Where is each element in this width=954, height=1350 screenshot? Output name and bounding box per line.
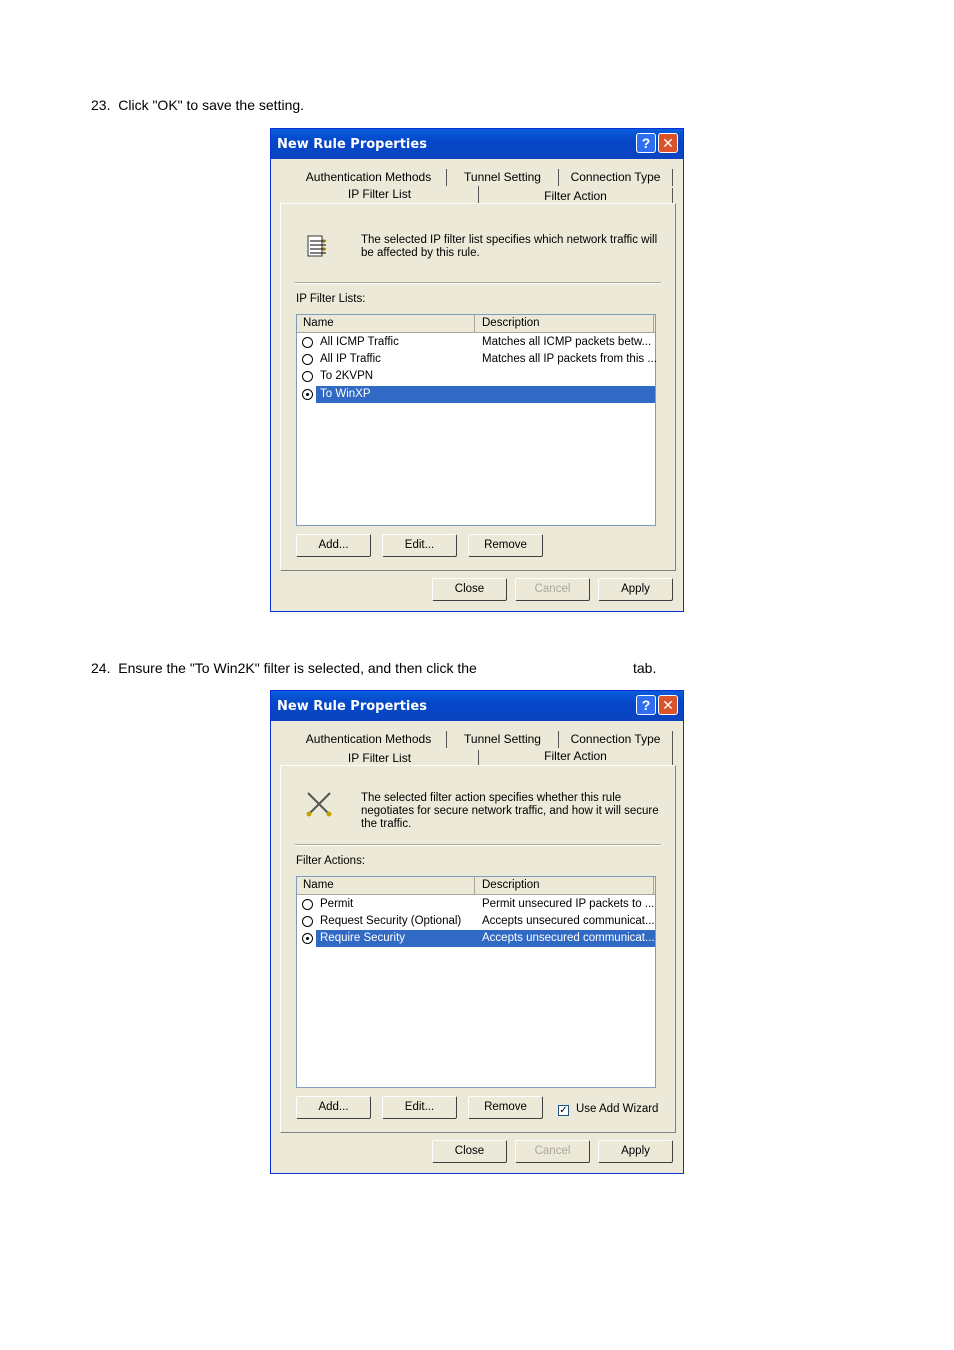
use-add-wizard-checkbox[interactable]: ✓	[558, 1105, 569, 1116]
info-text: The selected filter action specifies whe…	[361, 792, 659, 830]
close-icon[interactable]: ✕	[658, 695, 678, 715]
list-item[interactable]: Permit Permit unsecured IP packets to ..…	[297, 896, 655, 913]
tab-tunnel-setting[interactable]: Tunnel Setting	[447, 169, 559, 186]
list-header: Name Description	[297, 877, 655, 895]
list-item[interactable]: All ICMP Traffic Matches all ICMP packet…	[297, 334, 655, 351]
close-icon[interactable]: ✕	[658, 133, 678, 153]
title-bar: New Rule Properties ? ✕	[271, 129, 683, 159]
add-button[interactable]: Add...	[296, 534, 371, 557]
radio-button[interactable]	[302, 371, 313, 382]
column-description[interactable]: Description	[482, 879, 540, 891]
new-rule-properties-dialog-filter-action: New Rule Properties ? ✕ Authentication M…	[270, 690, 684, 1174]
tab-authentication-methods[interactable]: Authentication Methods	[291, 169, 447, 186]
list-item[interactable]: Request Security (Optional) Accepts unse…	[297, 913, 655, 930]
separator	[295, 844, 661, 846]
ip-filter-list[interactable]: Name Description All ICMP Traffic Matche…	[296, 314, 657, 526]
list-item[interactable]: To 2KVPN	[297, 368, 655, 385]
edit-button[interactable]: Edit...	[382, 534, 457, 557]
separator	[295, 282, 661, 284]
step-23-instruction: 23. Click "OK" to save the setting.	[91, 97, 305, 113]
tab-ip-filter-list[interactable]: IP Filter List	[281, 186, 479, 203]
radio-button[interactable]	[302, 337, 313, 348]
radio-button-selected[interactable]	[302, 389, 313, 400]
add-button[interactable]: Add...	[296, 1096, 371, 1119]
apply-button[interactable]: Apply	[598, 1140, 673, 1163]
tab-panel: The selected IP filter list specifies wh…	[280, 203, 676, 571]
radio-button[interactable]	[302, 354, 313, 365]
radio-button[interactable]	[302, 899, 313, 910]
column-name[interactable]: Name	[303, 879, 334, 891]
new-rule-properties-dialog-ip-filter: New Rule Properties ? ✕ Authentication M…	[270, 128, 684, 612]
tab-tunnel-setting[interactable]: Tunnel Setting	[447, 731, 559, 748]
dialog-title: New Rule Properties	[277, 699, 427, 714]
radio-button-selected[interactable]	[302, 933, 313, 944]
tab-panel: The selected filter action specifies whe…	[280, 765, 676, 1133]
cancel-button[interactable]: Cancel	[515, 578, 590, 601]
use-add-wizard-label: Use Add Wizard	[576, 1103, 659, 1115]
close-button[interactable]: Close	[432, 578, 507, 601]
radio-button[interactable]	[302, 916, 313, 927]
tab-connection-type[interactable]: Connection Type	[559, 731, 673, 748]
filter-actions-list[interactable]: Name Description Permit Permit unsecured…	[296, 876, 656, 1088]
list-item-selected[interactable]: To WinXP	[297, 386, 655, 403]
title-bar: New Rule Properties ? ✕	[271, 691, 683, 721]
tab-connection-type[interactable]: Connection Type	[559, 169, 673, 186]
filter-list-icon	[307, 235, 327, 257]
help-icon[interactable]: ?	[636, 695, 656, 715]
column-description[interactable]: Description	[482, 317, 540, 329]
help-icon[interactable]: ?	[636, 133, 656, 153]
dialog-title: New Rule Properties	[277, 137, 427, 152]
remove-button[interactable]: Remove	[468, 534, 543, 557]
close-button[interactable]: Close	[432, 1140, 507, 1163]
tab-authentication-methods[interactable]: Authentication Methods	[291, 731, 447, 748]
step-24-suffix: tab.	[633, 660, 657, 676]
info-text: The selected IP filter list specifies wh…	[361, 234, 658, 259]
cancel-button[interactable]: Cancel	[515, 1140, 590, 1163]
tab-filter-action[interactable]: Filter Action	[479, 748, 673, 765]
apply-button[interactable]: Apply	[598, 578, 673, 601]
edit-button[interactable]: Edit...	[382, 1096, 457, 1119]
step-24-instruction: 24. Ensure the "To Win2K" filter is sele…	[91, 660, 477, 676]
filter-action-icon	[306, 792, 332, 817]
column-name[interactable]: Name	[303, 317, 334, 329]
list-label: IP Filter Lists:	[296, 293, 366, 305]
list-header: Name Description	[297, 315, 655, 333]
list-label: Filter Actions:	[296, 855, 366, 867]
remove-button[interactable]: Remove	[468, 1096, 543, 1119]
list-item[interactable]: All IP Traffic Matches all IP packets fr…	[297, 351, 657, 368]
list-item-selected[interactable]: Require Security Accepts unsecured commu…	[297, 930, 655, 947]
